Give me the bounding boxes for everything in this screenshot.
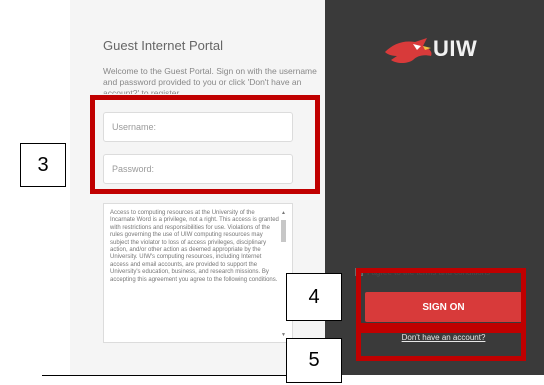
highlight-credentials <box>90 95 320 194</box>
terms-scroll-box[interactable]: Access to computing resources at the Uni… <box>103 203 293 343</box>
callout-5: 5 <box>286 338 342 383</box>
scroll-up-arrow-icon[interactable]: ▲ <box>280 210 287 216</box>
cardinal-bird-icon <box>385 38 432 63</box>
highlight-sign-on <box>356 268 526 328</box>
welcome-message: Welcome to the Guest Portal. Sign on wit… <box>103 66 317 94</box>
terms-text: Access to computing resources at the Uni… <box>110 210 279 283</box>
uiw-logo: UIW <box>383 32 493 72</box>
highlight-no-account <box>356 328 526 361</box>
baseline-rule <box>42 375 286 376</box>
scroll-thumb[interactable] <box>281 220 286 242</box>
logo-text: UIW <box>433 36 478 61</box>
callout-4: 4 <box>286 273 342 321</box>
callout-3: 3 <box>20 143 66 187</box>
page-title: Guest Internet Portal <box>103 38 223 53</box>
